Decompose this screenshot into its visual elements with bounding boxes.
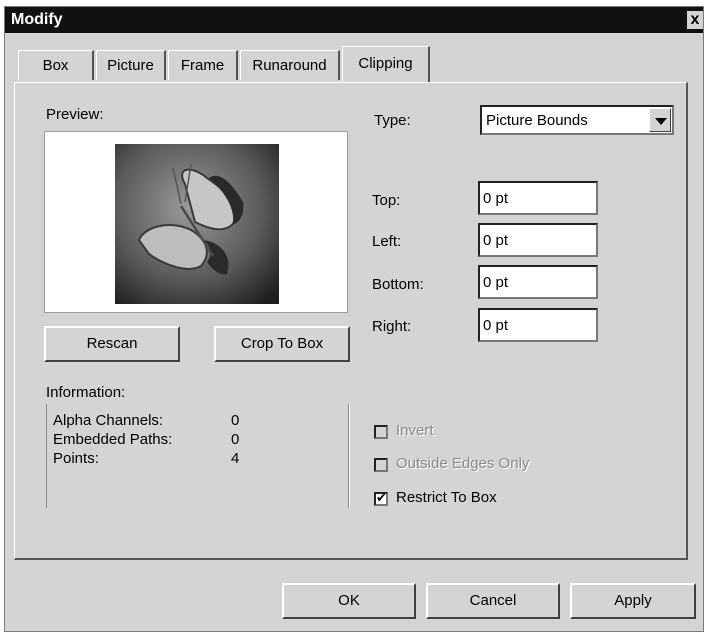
info-points-value: 4: [231, 450, 240, 467]
vertical-separator: [348, 404, 350, 508]
invert-label: Invert: [396, 422, 434, 439]
information-label: Information:: [46, 384, 126, 401]
preview-label: Preview:: [46, 106, 104, 123]
bottom-field[interactable]: [478, 265, 598, 299]
info-alpha-channels-label: Alpha Channels:: [53, 412, 164, 429]
tab-clipping[interactable]: Clipping: [342, 46, 430, 82]
butterfly-image: [115, 144, 279, 304]
invert-checkbox[interactable]: [374, 425, 388, 439]
right-label: Right:: [372, 318, 412, 335]
rescan-button[interactable]: Rescan: [44, 326, 180, 362]
info-embedded-paths-label: Embedded Paths:: [53, 431, 173, 448]
top-label: Top:: [372, 192, 401, 209]
tab-picture[interactable]: Picture: [96, 50, 166, 80]
type-select-value: Picture Bounds: [486, 112, 588, 129]
tab-box[interactable]: Box: [18, 50, 94, 80]
type-select[interactable]: Picture Bounds: [480, 105, 674, 135]
chevron-down-icon[interactable]: [649, 108, 671, 132]
info-alpha-channels-value: 0: [231, 412, 240, 429]
close-icon[interactable]: x: [687, 11, 703, 29]
bottom-label: Bottom:: [372, 276, 424, 293]
outside-edges-only-checkbox[interactable]: [374, 458, 388, 472]
information-box: Alpha Channels: 0 Embedded Paths: 0 Poin…: [46, 404, 350, 508]
crop-to-box-button[interactable]: Crop To Box: [214, 326, 350, 362]
info-embedded-paths-value: 0: [231, 431, 240, 448]
ok-button[interactable]: OK: [282, 583, 416, 619]
left-label: Left:: [372, 233, 402, 250]
info-points-label: Points:: [53, 450, 99, 467]
title-bar[interactable]: Modify x: [5, 7, 703, 33]
tab-frame[interactable]: Frame: [168, 50, 238, 80]
restrict-to-box-label: Restrict To Box: [396, 489, 497, 506]
right-field[interactable]: [478, 308, 598, 342]
top-field[interactable]: [478, 181, 598, 215]
cancel-button[interactable]: Cancel: [426, 583, 560, 619]
apply-button[interactable]: Apply: [570, 583, 696, 619]
window-title: Modify: [11, 11, 63, 28]
tab-runaround[interactable]: Runaround: [240, 50, 340, 80]
restrict-to-box-checkbox[interactable]: ✔: [374, 490, 388, 506]
left-field[interactable]: [478, 223, 598, 257]
type-label: Type:: [374, 112, 411, 129]
outside-edges-only-label: Outside Edges Only: [396, 455, 530, 472]
preview-box: [44, 131, 348, 313]
checkmark-icon: ✔: [376, 490, 387, 505]
